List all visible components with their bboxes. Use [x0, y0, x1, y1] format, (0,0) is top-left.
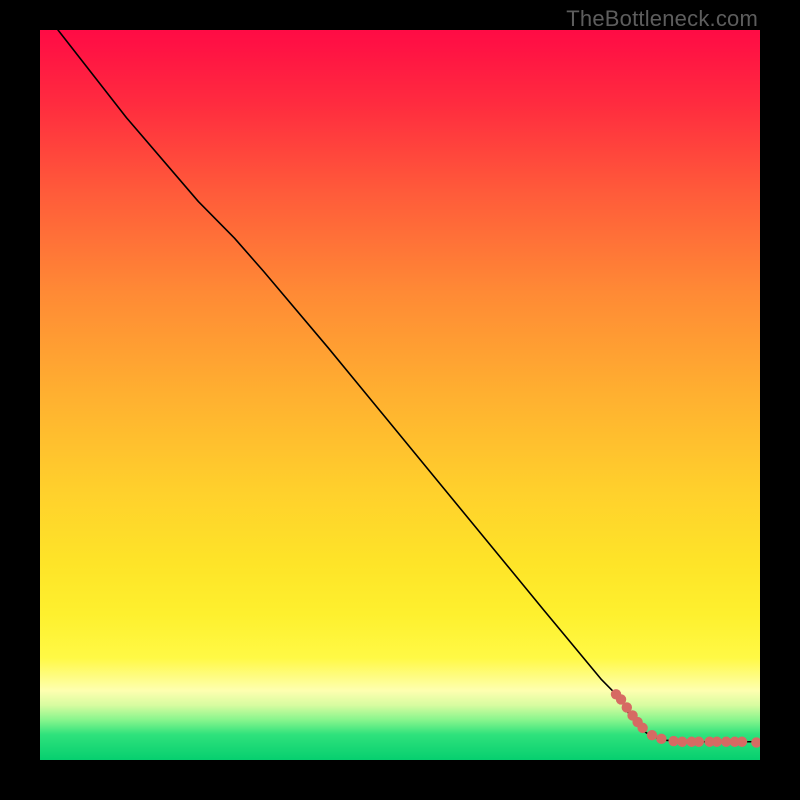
data-point: [712, 737, 722, 747]
data-point: [677, 737, 687, 747]
data-point: [694, 737, 704, 747]
data-point: [637, 723, 647, 733]
data-point: [751, 737, 760, 747]
plot-area: [40, 30, 760, 760]
data-point: [656, 734, 666, 744]
bottleneck-curve: [58, 30, 760, 742]
data-points: [611, 689, 760, 748]
chart-overlay: [40, 30, 760, 760]
data-point: [647, 730, 657, 740]
data-point: [737, 737, 747, 747]
watermark-text: TheBottleneck.com: [566, 6, 758, 32]
chart-frame: TheBottleneck.com: [0, 0, 800, 800]
